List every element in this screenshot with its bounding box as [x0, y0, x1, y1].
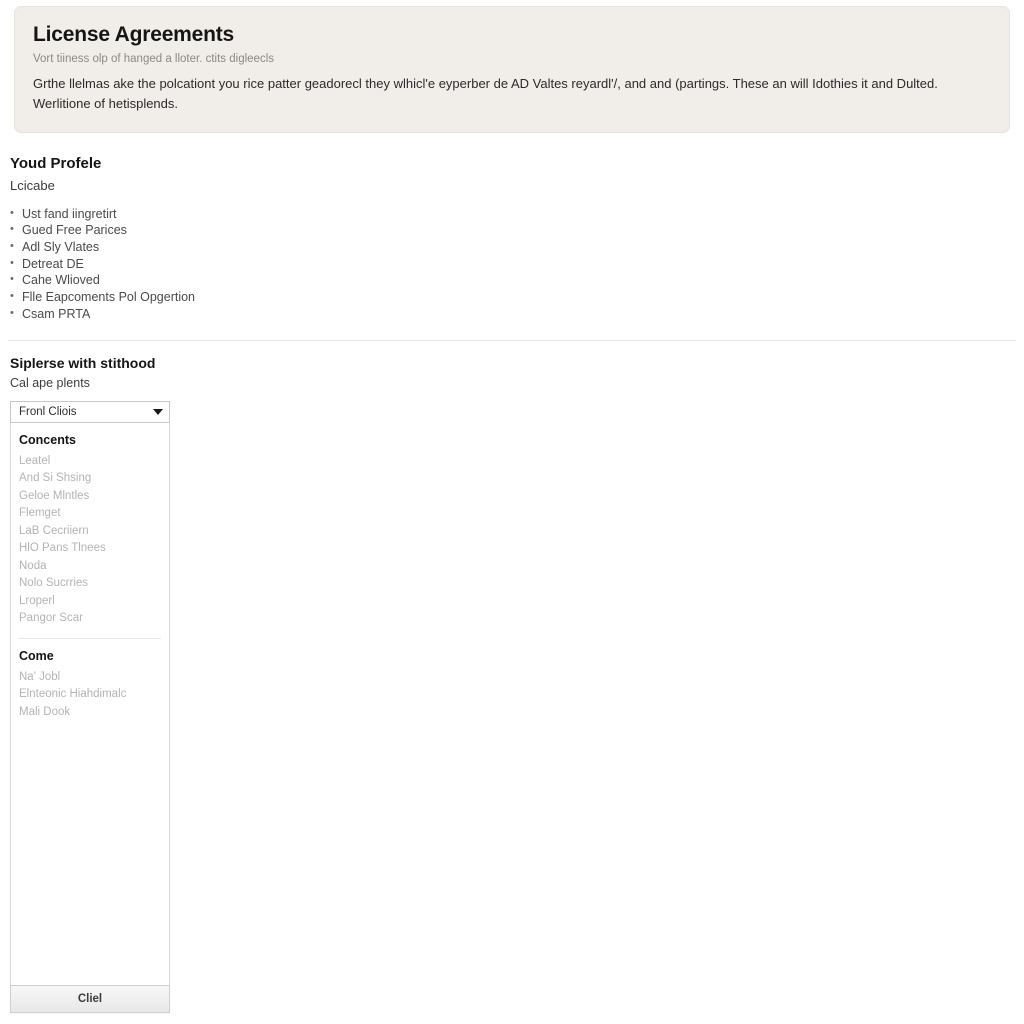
profile-title: Youd Profele: [10, 155, 102, 172]
select-section: Siplerse with stithood Cal ape plents Fr…: [10, 355, 410, 1013]
list-item: Flle Eapcoments Pol Opgertion: [10, 288, 530, 306]
chevron-down-icon: [153, 408, 163, 415]
section-divider: [8, 340, 1016, 341]
list-item[interactable]: LaB Cecriiern: [11, 523, 169, 541]
list-item[interactable]: Flemget: [11, 505, 169, 523]
listbox-options: Concents Leatel And Si Shsing Geloe Mlnt…: [11, 423, 169, 722]
list-item[interactable]: Na' Jobl: [11, 669, 169, 687]
list-item: Adl Sly Vlates: [10, 238, 530, 256]
list-item: Cahe Wlioved: [10, 271, 530, 289]
page-title: License Agreements: [33, 23, 235, 46]
listbox-footer-button[interactable]: Cliel: [10, 984, 170, 1013]
optgroup-label-concents: Concents: [19, 432, 76, 447]
list-item: Csam PRTA: [10, 305, 530, 323]
list-item[interactable]: Leatel: [11, 453, 169, 471]
list-item[interactable]: Noda: [11, 558, 169, 576]
select-section-title: Siplerse with stithood: [10, 355, 156, 371]
banner-body-text: Grthe llelmas ake the polcationt you ric…: [33, 75, 938, 112]
select-section-subtitle: Cal ape plents: [10, 375, 90, 390]
list-item[interactable]: Nolo Sucrries: [11, 575, 169, 593]
list-item[interactable]: Elnteonic Hiahdimalc: [11, 686, 169, 704]
dropdown-selected-value: Fronl Cliois: [19, 405, 77, 418]
list-item[interactable]: Pangor Scar: [11, 610, 169, 628]
list-item[interactable]: Mali Dook: [11, 704, 169, 722]
list-item: Ust fand iingretirt: [10, 205, 530, 223]
dropdown-listbox[interactable]: Concents Leatel And Si Shsing Geloe Mlnt…: [10, 422, 170, 1013]
list-item: Detreat DE: [10, 255, 530, 273]
list-item[interactable]: Lroperl: [11, 593, 169, 611]
optgroup-separator: [19, 637, 161, 639]
list-item[interactable]: Geloe Mlntles: [11, 488, 169, 506]
optgroup-label-come: Come: [19, 648, 54, 663]
license-agreements-banner: License Agreements Vort tiiness olp of h…: [14, 6, 1010, 134]
list-item[interactable]: HlO Pans Tlnees: [11, 540, 169, 558]
profile-subtitle: Lcicabe: [10, 178, 55, 193]
banner-subtitle: Vort tiiness olp of hanged a lloter. cti…: [33, 53, 275, 66]
list-item: Gued Free Parices: [10, 221, 530, 239]
list-item[interactable]: And Si Shsing: [11, 470, 169, 488]
dropdown-trigger[interactable]: Fronl Cliois: [10, 400, 170, 423]
profile-bullet-list: Ust fand iingretirt Gued Free Parices Ad…: [10, 205, 530, 323]
profile-section: Youd Profele Lcicabe Ust fand iingretirt…: [10, 155, 530, 323]
